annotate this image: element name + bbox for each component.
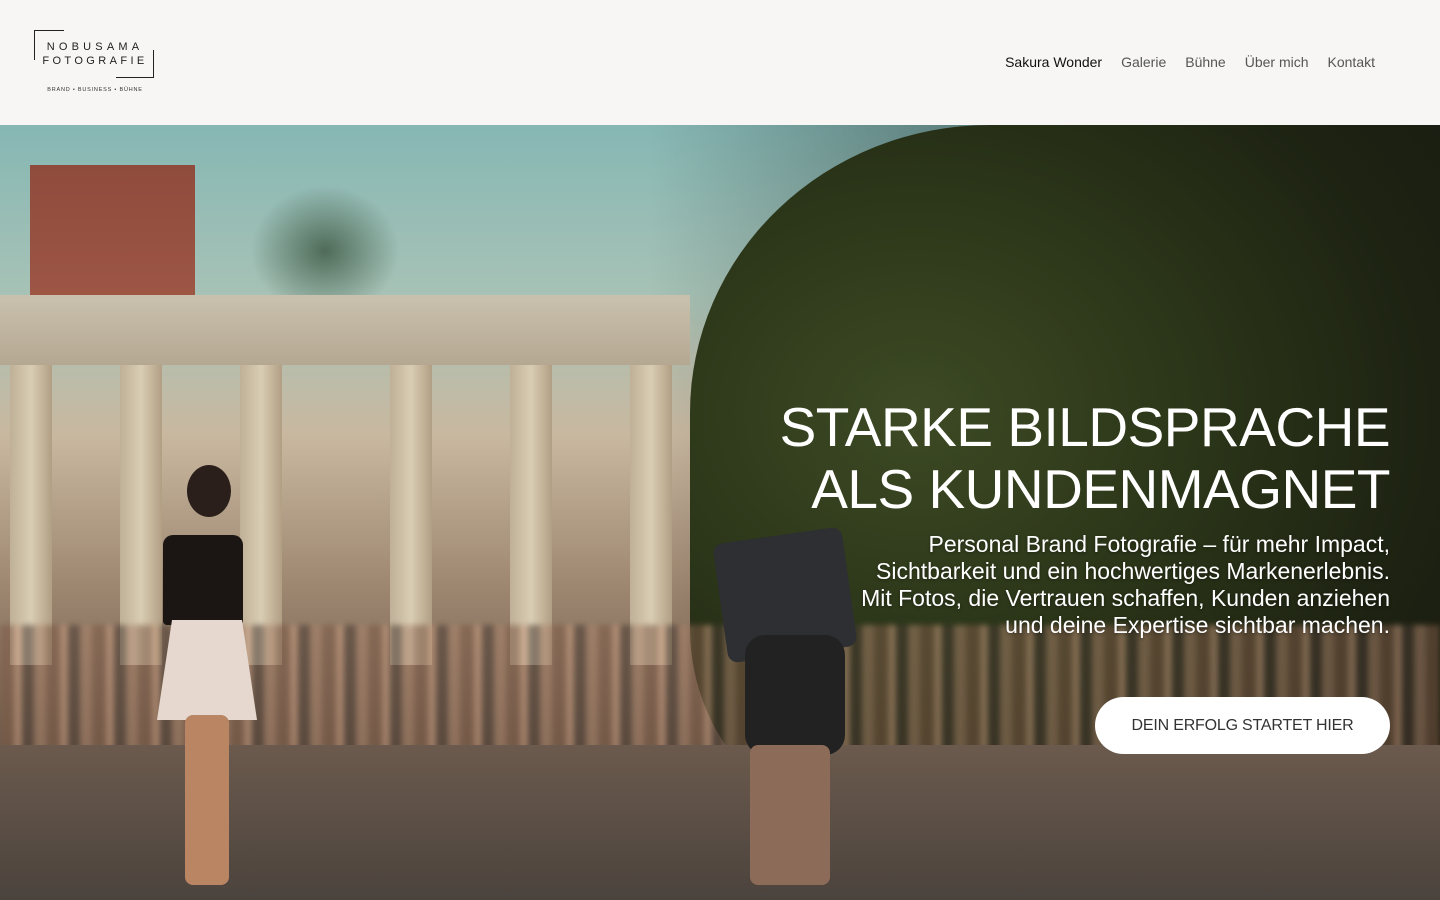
gate-column (390, 365, 432, 665)
logo-frame (34, 30, 154, 78)
hero-section: STARKE BILDSPRACHE ALS KUNDENMAGNET Pers… (0, 125, 1440, 900)
cta-button[interactable]: DEIN ERFOLG STARTET HIER (1095, 697, 1390, 754)
nav-item-galerie[interactable]: Galerie (1121, 52, 1166, 72)
gate-column (510, 365, 552, 665)
logo-subtitle: FOTOGRAFIE (42, 55, 148, 67)
walking-woman (145, 465, 265, 885)
nav-item-sakura-wonder[interactable]: Sakura Wonder (1005, 52, 1102, 72)
hero-subtitle-line: und deine Expertise sichtbar machen. (1005, 612, 1390, 638)
hero-subtitle-line: Mit Fotos, die Vertrauen schaffen, Kunde… (861, 585, 1390, 611)
gate-column (10, 365, 52, 665)
nav-item-kontakt[interactable]: Kontakt (1328, 52, 1375, 72)
brandenburg-gate-attic (0, 295, 690, 365)
site-header: NOBUSAMA FOTOGRAFIE BRAND • BUSINESS • B… (0, 0, 1440, 125)
quadriga-statue (250, 185, 400, 295)
main-nav: Sakura Wonder Galerie Bühne Über mich Ko… (1005, 52, 1375, 72)
hero-subtitle: Personal Brand Fotografie – für mehr Imp… (750, 531, 1390, 639)
logo-name: NOBUSAMA (46, 41, 144, 53)
site-logo[interactable]: NOBUSAMA FOTOGRAFIE BRAND • BUSINESS • B… (34, 30, 158, 96)
hero-subtitle-line: Personal Brand Fotografie – für mehr Imp… (928, 531, 1391, 557)
hero-subtitle-line: Sichtbarkeit und ein hochwertiges Marken… (876, 558, 1390, 584)
hero-title-line: STARKE BILDSPRACHE (779, 396, 1391, 458)
gate-column (630, 365, 672, 665)
hero-title-line: ALS KUNDENMAGNET (811, 458, 1390, 520)
hero-title: STARKE BILDSPRACHE ALS KUNDENMAGNET (750, 396, 1391, 520)
nav-item-ueber-mich[interactable]: Über mich (1245, 52, 1309, 72)
nav-item-buehne[interactable]: Bühne (1185, 52, 1225, 72)
logo-tagline: BRAND • BUSINESS • BÜHNE (47, 87, 143, 93)
hero-content: STARKE BILDSPRACHE ALS KUNDENMAGNET Pers… (750, 396, 1391, 639)
